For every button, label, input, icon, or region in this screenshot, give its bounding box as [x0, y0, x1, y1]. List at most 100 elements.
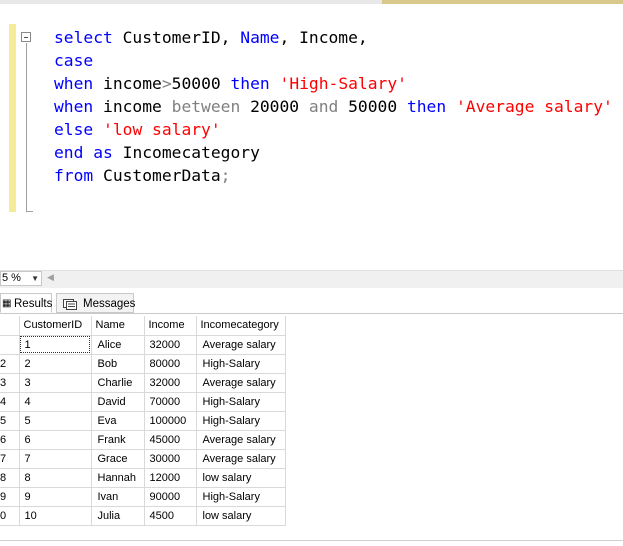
code-line[interactable]: else 'low salary' [54, 118, 613, 141]
row-number[interactable]: 4 [0, 392, 20, 412]
code-line[interactable]: from CustomerData; [54, 164, 613, 187]
row-number[interactable]: 6 [0, 430, 20, 450]
scroll-left-icon[interactable]: ◀ [47, 272, 54, 283]
grid-cell[interactable]: 30000 [144, 449, 197, 469]
grid-cell[interactable]: Average salary [196, 449, 286, 469]
table-row[interactable]: 9 9 Ivan 90000 High-Salary [0, 487, 286, 507]
table-row[interactable]: 6 6 Frank 45000 Average salary [0, 430, 286, 450]
grid-cell[interactable]: 45000 [144, 430, 197, 450]
grid-cell[interactable]: 32000 [144, 373, 197, 393]
grid-cell[interactable]: 80000 [144, 354, 197, 374]
table-row[interactable]: 7 7 Grace 30000 Average salary [0, 449, 286, 469]
grid-cell[interactable]: Charlie [91, 373, 145, 393]
grid-cell[interactable]: Julia [91, 506, 145, 526]
table-row[interactable]: 4 4 David 70000 High-Salary [0, 392, 286, 412]
grid-cell[interactable]: 8 [19, 468, 92, 488]
grid-cell[interactable]: 7 [19, 449, 92, 469]
grid-cell[interactable]: High-Salary [196, 411, 286, 431]
code-token: > [161, 74, 172, 93]
grid-cell[interactable]: 5 [19, 411, 92, 431]
tab-results[interactable]: ▦ Results [0, 293, 52, 313]
grid-cell[interactable]: 100000 [144, 411, 197, 431]
row-number[interactable]: 2 [0, 354, 20, 374]
grid-cell[interactable]: 10 [19, 506, 92, 526]
row-number[interactable]: 5 [0, 411, 20, 431]
grid-cell[interactable]: 2 [19, 354, 92, 374]
table-row[interactable]: 3 3 Charlie 32000 Average salary [0, 373, 286, 393]
column-header[interactable]: Incomecategory [196, 316, 286, 336]
grid-cell[interactable]: 9 [19, 487, 92, 507]
grid-cell[interactable]: High-Salary [196, 354, 286, 374]
grid-cell[interactable]: 90000 [144, 487, 197, 507]
code-line[interactable]: end as Incomecategory [54, 141, 613, 164]
grid-cell[interactable]: 3 [19, 373, 92, 393]
zoom-dropdown[interactable]: 5 % ▼ [0, 271, 42, 286]
code-token: from [54, 166, 94, 185]
row-number[interactable]: 8 [0, 468, 20, 488]
tab-messages-label: Messages [83, 298, 136, 310]
grid-cell[interactable]: 32000 [144, 335, 197, 355]
tab-results-label: Results [14, 298, 53, 310]
grid-cell[interactable]: 6 [19, 430, 92, 450]
grid-cell[interactable]: 4500 [144, 506, 197, 526]
row-number[interactable]: 7 [0, 449, 20, 469]
grid-cell[interactable]: Bob [91, 354, 145, 374]
results-grid: CustomerID Name Income Incomecategory 1A… [0, 316, 286, 526]
table-row[interactable]: 0 10 Julia 4500 low salary [0, 506, 286, 526]
row-number[interactable]: 0 [0, 506, 20, 526]
code-line[interactable]: select CustomerID, Name, Income, [54, 26, 613, 49]
code-token: income [93, 97, 172, 116]
grid-cell[interactable]: Average salary [196, 430, 286, 450]
grid-cell[interactable]: High-Salary [196, 487, 286, 507]
code-token: 50000 [171, 74, 231, 93]
column-header[interactable]: Income [144, 316, 197, 336]
grid-cell[interactable]: Hannah [91, 468, 145, 488]
grid-cell[interactable]: Alice [91, 335, 145, 355]
grid-cell[interactable]: low salary [196, 506, 286, 526]
table-row[interactable]: 8 8 Hannah 12000 low salary [0, 468, 286, 488]
grid-cell[interactable]: low salary [196, 468, 286, 488]
grid-cell[interactable]: High-Salary [196, 392, 286, 412]
code-line[interactable]: case [54, 49, 613, 72]
collapse-toggle[interactable] [21, 32, 31, 42]
outline-end [26, 211, 33, 212]
grid-icon: ▦ [2, 298, 12, 309]
table-row[interactable]: 5 5 Eva 100000 High-Salary [0, 411, 286, 431]
code-line[interactable]: when income>50000 then 'High-Salary' [54, 72, 613, 95]
status-divider [0, 540, 623, 541]
code-token: as [93, 143, 113, 162]
grid-cell[interactable]: 4 [19, 392, 92, 412]
row-number[interactable]: 9 [0, 487, 20, 507]
grid-cell[interactable]: Eva [91, 411, 145, 431]
grid-cell[interactable]: Grace [91, 449, 145, 469]
table-row[interactable]: 2 2 Bob 80000 High-Salary [0, 354, 286, 374]
outline-line [26, 43, 27, 211]
grid-cell[interactable]: Average salary [196, 373, 286, 393]
row-number[interactable]: 3 [0, 373, 20, 393]
column-header[interactable]: Name [91, 316, 145, 336]
code-token: income [93, 74, 162, 93]
grid-cell[interactable]: 70000 [144, 392, 197, 412]
code-token: , Income, [279, 28, 368, 47]
grid-header-row: CustomerID Name Income Incomecategory [0, 316, 286, 336]
table-row[interactable]: 1 Alice 32000 Average salary [0, 335, 286, 355]
grid-cell[interactable]: David [91, 392, 145, 412]
grid-cell[interactable]: 12000 [144, 468, 197, 488]
grid-cell[interactable]: Frank [91, 430, 145, 450]
query-editor[interactable]: select CustomerID, Name, Income, case when… [54, 26, 613, 187]
results-tabs: ▦ Results Messages [0, 293, 623, 314]
tab-messages[interactable]: Messages [56, 293, 136, 313]
zoom-value: 5 % [2, 272, 21, 284]
grid-cell[interactable]: Average salary [196, 335, 286, 355]
column-header[interactable]: CustomerID [19, 316, 92, 336]
grid-cell[interactable]: Ivan [91, 487, 145, 507]
horizontal-scrollbar[interactable] [0, 270, 623, 288]
code-token: else [54, 120, 94, 139]
row-number-header[interactable] [0, 316, 20, 336]
grid-cell[interactable]: 1 [19, 335, 92, 355]
row-number[interactable] [0, 335, 20, 355]
code-line[interactable]: when income between 20000 and 50000 then… [54, 95, 613, 118]
